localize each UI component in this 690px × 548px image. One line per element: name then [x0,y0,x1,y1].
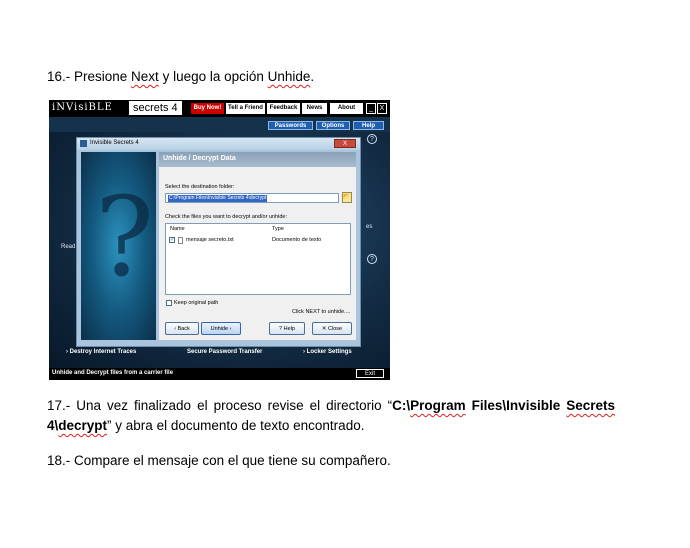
news-button[interactable]: News [302,103,327,114]
step-16-unhide-word: Unhide [267,69,311,84]
path-secrets: Secrets [566,398,615,413]
unhide-button[interactable]: Unhide › [201,322,241,335]
step-16-suffix: . [310,69,315,84]
file-name: mensaje secreto.txt [186,237,234,243]
next-hint-text: Click NEXT to unhide.... [292,309,351,315]
dest-folder-value: C:\Program Files\Invisible Secrets 4\dec… [168,195,268,202]
app-logo-version: secrets 4 [129,101,182,115]
secure-password-transfer-link[interactable]: Secure Password Transfer [187,349,262,355]
path-part2: Files\Invisible [465,398,567,413]
help-dialog-button[interactable]: ? Help [269,322,305,335]
tell-a-friend-button[interactable]: Tell a Friend [226,103,265,114]
dialog-header: Unhide / Decrypt Data [159,152,356,167]
app-top-bar: iNVisiBLE secrets 4 Buy Now! Tell a Frie… [49,100,390,117]
path-4: 4\ [47,418,59,433]
step-16-text: 16.- Presione Next y luego la opción Unh… [47,67,314,87]
options-button[interactable]: Options [316,121,350,130]
unhide-dialog: Invisible Secrets 4 X ? Unhide / Decrypt… [76,137,361,347]
path-decrypt: decrypt [58,418,108,433]
keep-path-checkbox[interactable] [166,300,172,306]
destroy-internet-traces-link[interactable]: › Destroy Internet Traces [66,349,136,355]
invisible-secrets-screenshot: iNVisiBLE secrets 4 Buy Now! Tell a Frie… [49,100,390,380]
app-logo: iNVisiBLE [52,102,113,113]
locker-settings-link[interactable]: › Locker Settings [303,349,352,355]
step-16-middle: y luego la opción [158,69,268,84]
browse-folder-icon[interactable]: 📂 [342,192,352,203]
step-16-prefix: 16.- Presione [47,69,132,84]
feedback-button[interactable]: Feedback [267,103,300,114]
file-type: Documento de texto [272,237,322,243]
dialog-side-image: ? [81,152,156,340]
help-circle-icon[interactable]: ? [367,134,377,144]
step-18-text: 18.- Compare el mensaje con el que tiene… [47,453,391,468]
dialog-header-title: Unhide / Decrypt Data [163,155,236,162]
dest-folder-label: Select the destination folder: [165,184,235,190]
column-header-type[interactable]: Type [272,226,284,232]
step-17-text: 17.- Una vez finalizado el proceso revis… [47,396,615,436]
step-17-prefix: 17.- Una vez finalizado el proceso revis… [47,398,393,413]
table-row[interactable]: ✓ mensaje secreto.txt Documento de texto [169,237,347,245]
status-text: Unhide and Decrypt files from a carrier … [52,370,174,376]
keep-path-label: Keep original path [174,300,219,306]
minimize-button[interactable]: _ [366,103,376,114]
passwords-button[interactable]: Passwords [268,121,313,130]
column-header-name[interactable]: Name [170,226,185,232]
file-list: Name Type ✓ mensaje secreto.txt Document… [165,223,351,295]
step-17-suffix: ” y abra el documento de texto encontrad… [107,418,365,433]
buy-now-button[interactable]: Buy Now! [191,103,224,114]
about-button[interactable]: About [330,103,363,114]
text-file-icon [178,237,183,244]
app-icon [80,140,87,147]
side-text-right: es [366,224,373,230]
close-window-button[interactable]: X [377,103,387,114]
exit-button[interactable]: Exit [356,369,384,378]
help-button[interactable]: Help [353,121,384,130]
close-dialog-button[interactable]: ✕ Close [312,322,352,335]
question-mark-graphic: ? [95,173,154,301]
files-label: Check the files you want to decrypt and/… [165,214,287,220]
status-bar: Unhide and Decrypt files from a carrier … [49,368,390,380]
path-program: Program [410,398,466,413]
dialog-title-bar: Invisible Secrets 4 X [77,138,360,150]
file-checkbox[interactable]: ✓ [169,237,175,243]
side-text-left: Read [61,244,76,250]
dialog-content: Unhide / Decrypt Data Select the destina… [159,152,356,340]
help-circle-icon[interactable]: ? [367,254,377,264]
step-16-next-word: Next [131,69,159,84]
dialog-title: Invisible Secrets 4 [90,140,139,146]
app-menu-bar: Passwords Options Help [49,117,390,132]
dest-folder-input[interactable]: C:\Program Files\Invisible Secrets 4\dec… [165,193,339,203]
back-button[interactable]: ‹ Back [165,322,199,335]
path-part1: C:\ [392,398,411,413]
dialog-close-button[interactable]: X [334,139,356,148]
